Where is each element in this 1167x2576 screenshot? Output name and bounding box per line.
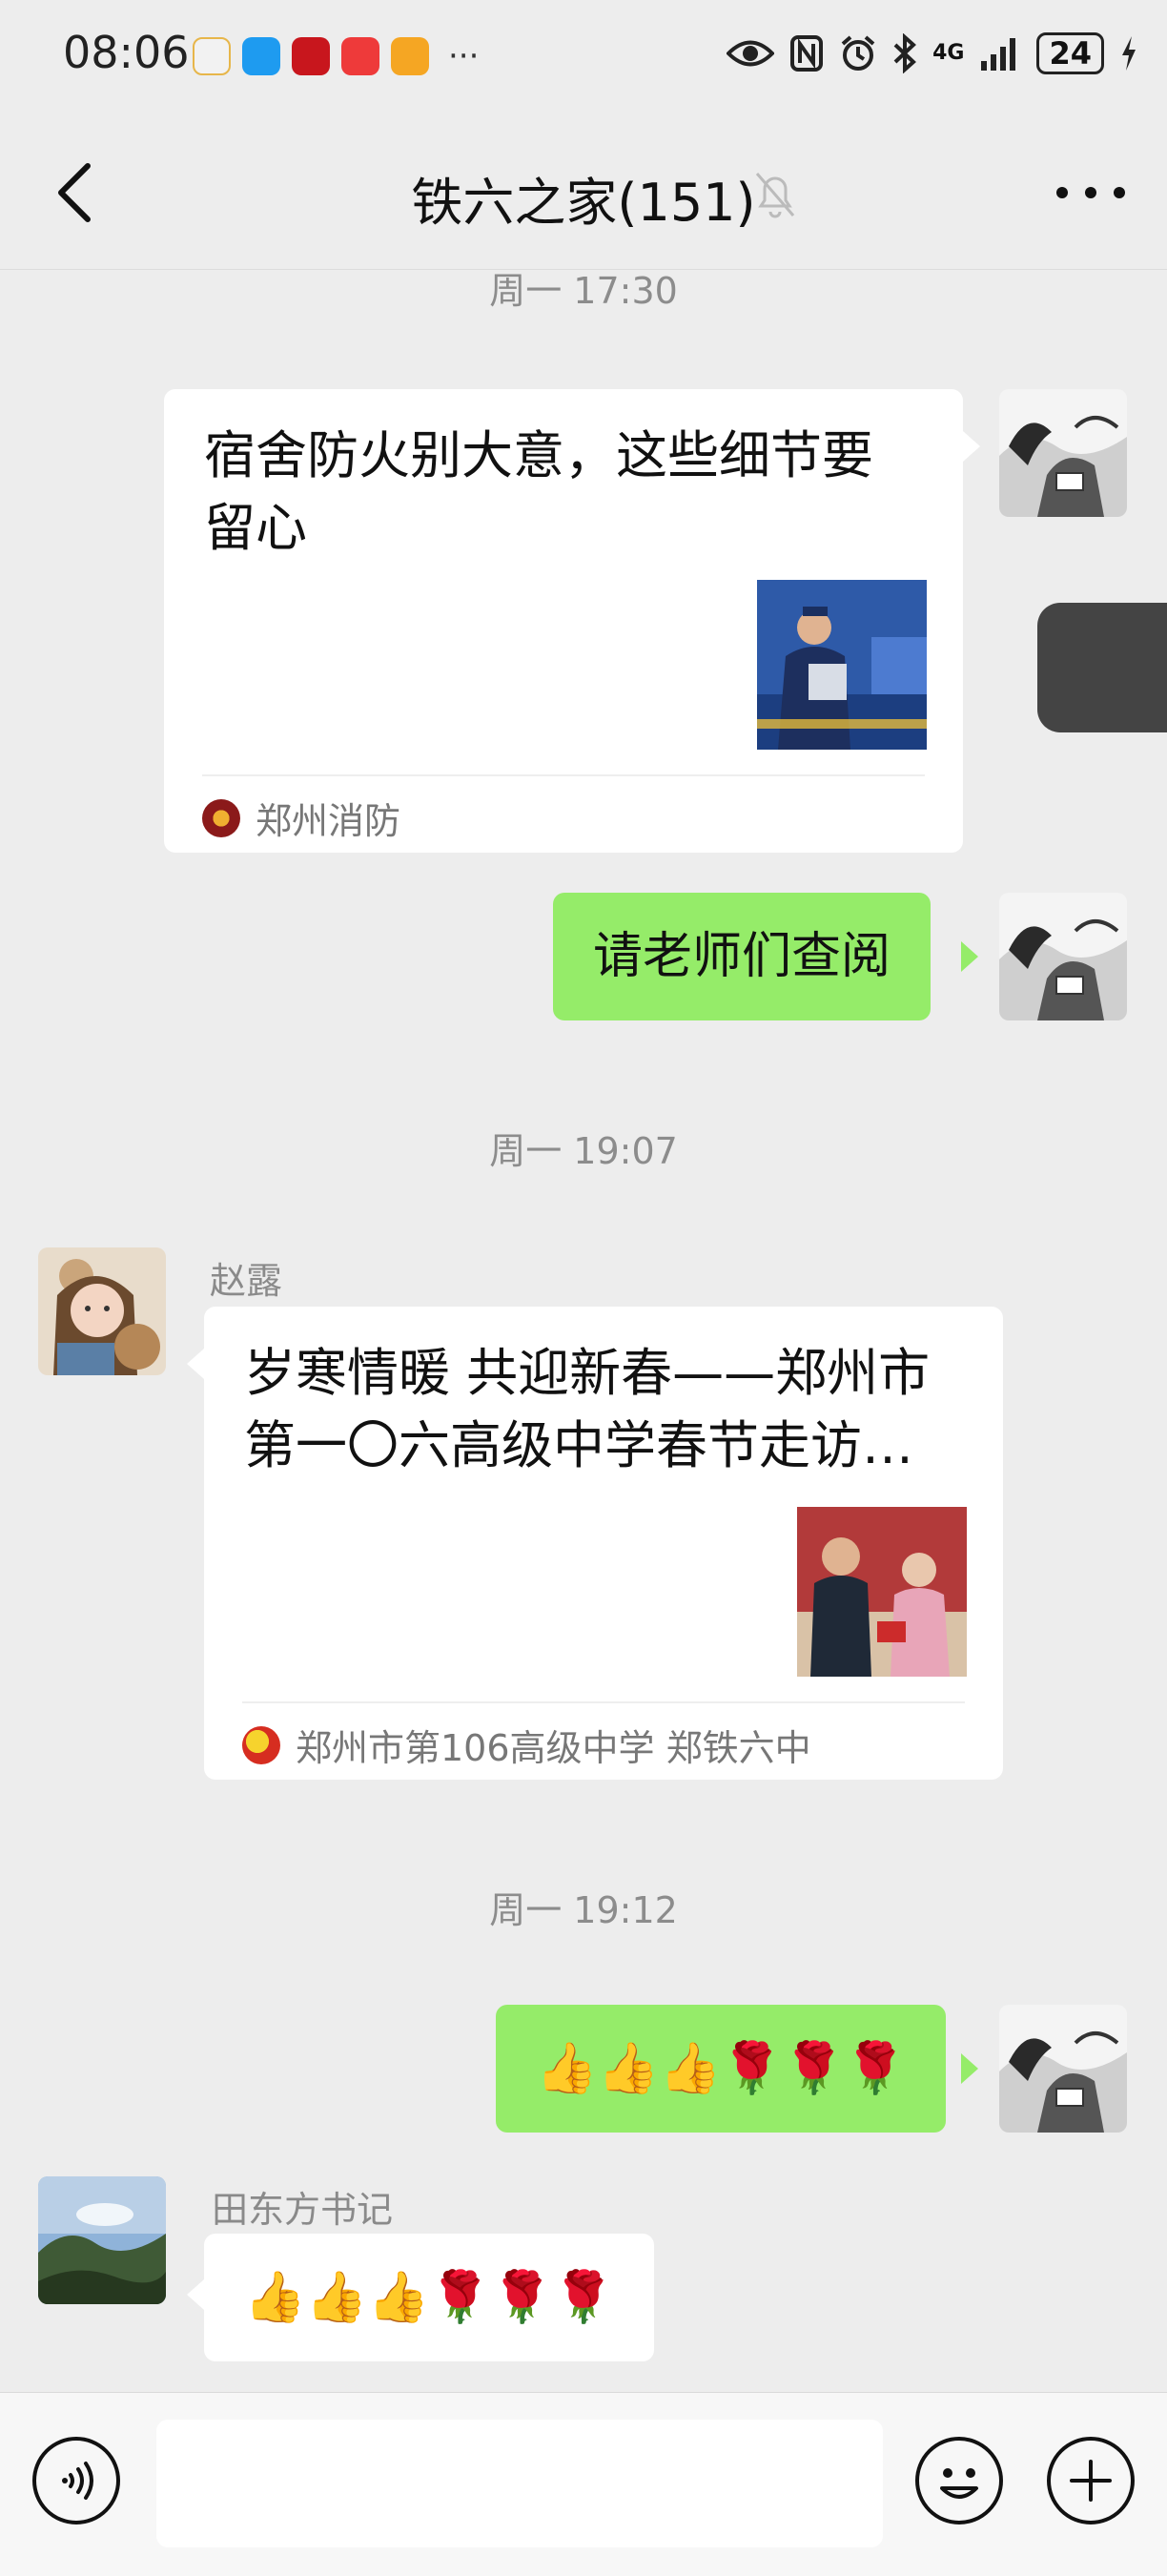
huawei-app-icon — [341, 37, 379, 75]
sender-name: 赵露 — [210, 1260, 283, 1302]
message-text: 👍👍👍🌹🌹🌹 — [536, 2040, 907, 2097]
charging-icon — [1122, 36, 1136, 71]
article-source: 郑州消防 — [202, 792, 400, 844]
source-logo-icon — [202, 798, 240, 837]
article-card[interactable]: 宿舍防火别大意，这些细节要留心 郑州消防 — [164, 389, 963, 853]
message-bubble[interactable]: 👍👍👍🌹🌹🌹 — [496, 2005, 947, 2133]
article-thumbnail — [797, 1507, 967, 1677]
source-logo-icon — [242, 1725, 280, 1764]
mute-bell-icon — [755, 173, 795, 218]
orange-app-icon — [391, 37, 429, 75]
bubble-tail — [961, 941, 978, 972]
eye-icon — [727, 40, 775, 67]
sender-avatar[interactable] — [38, 2176, 166, 2304]
more-icon[interactable] — [1056, 168, 1125, 217]
sender-name: 田东方书记 — [212, 2189, 394, 2231]
source-name: 郑州市第106高级中学 郑铁六中 — [296, 1727, 811, 1769]
nfc-icon — [790, 35, 824, 72]
alarm-icon — [841, 35, 875, 71]
bubble-tail — [187, 2279, 204, 2310]
source-name: 郑州消防 — [256, 800, 401, 842]
own-avatar[interactable] — [999, 2005, 1127, 2133]
message-text: 请老师们查阅 — [593, 928, 891, 985]
status-app-icons: ··· — [193, 34, 479, 78]
emoji-icon[interactable] — [915, 2437, 1003, 2524]
card-divider — [202, 774, 925, 776]
message-bubble[interactable]: 👍👍👍🌹🌹🌹 — [204, 2234, 655, 2361]
plus-icon[interactable] — [1047, 2437, 1135, 2524]
app-notification-icon — [193, 37, 231, 75]
message-app-icon — [242, 37, 280, 75]
message-input[interactable] — [156, 2420, 883, 2547]
chat-header: 铁六之家(151) — [0, 114, 1167, 270]
floating-window-button[interactable] — [1037, 603, 1167, 732]
timestamp: 周一 19:07 — [489, 1130, 678, 1172]
chat-title: 铁六之家(151) — [411, 173, 756, 233]
bubble-tail — [187, 1349, 204, 1379]
article-source: 郑州市第106高级中学 郑铁六中 — [242, 1719, 811, 1771]
own-avatar[interactable] — [999, 389, 1127, 517]
status-more-icon: ··· — [448, 37, 480, 75]
network-indicator: 4G — [932, 43, 964, 64]
news-app-icon — [292, 37, 330, 75]
article-card[interactable]: 岁寒情暖 共迎新春——郑州市第一〇六高级中学春节走访… 郑州市第106高级中学 … — [204, 1307, 1003, 1780]
status-bar: 08:06 ··· 4G 24 — [0, 0, 1167, 114]
message-text: 👍👍👍🌹🌹🌹 — [244, 2269, 615, 2326]
sender-avatar[interactable] — [38, 1247, 166, 1375]
timestamp: 周一 19:12 — [489, 1889, 678, 1931]
article-title: 岁寒情暖 共迎新春——郑州市第一〇六高级中学春节走访… — [244, 1343, 931, 1475]
battery-level: 24 — [1036, 32, 1104, 74]
card-divider — [242, 1701, 965, 1703]
status-right-icons: 4G 24 — [727, 32, 1138, 74]
voice-icon[interactable] — [32, 2437, 120, 2524]
bluetooth-icon — [893, 33, 917, 73]
bubble-tail — [961, 2053, 978, 2084]
status-time: 08:06 — [63, 27, 190, 78]
network-type: 4G — [932, 41, 965, 65]
timestamp: 周一 17:30 — [489, 270, 678, 312]
own-avatar[interactable] — [999, 893, 1127, 1020]
bubble-tail — [963, 431, 980, 462]
message-bubble[interactable]: 请老师们查阅 — [553, 893, 932, 1020]
input-bar — [0, 2392, 1167, 2576]
article-title: 宿舍防火别大意，这些细节要留心 — [204, 425, 873, 558]
article-thumbnail — [757, 580, 927, 750]
signal-icon — [981, 38, 1016, 71]
